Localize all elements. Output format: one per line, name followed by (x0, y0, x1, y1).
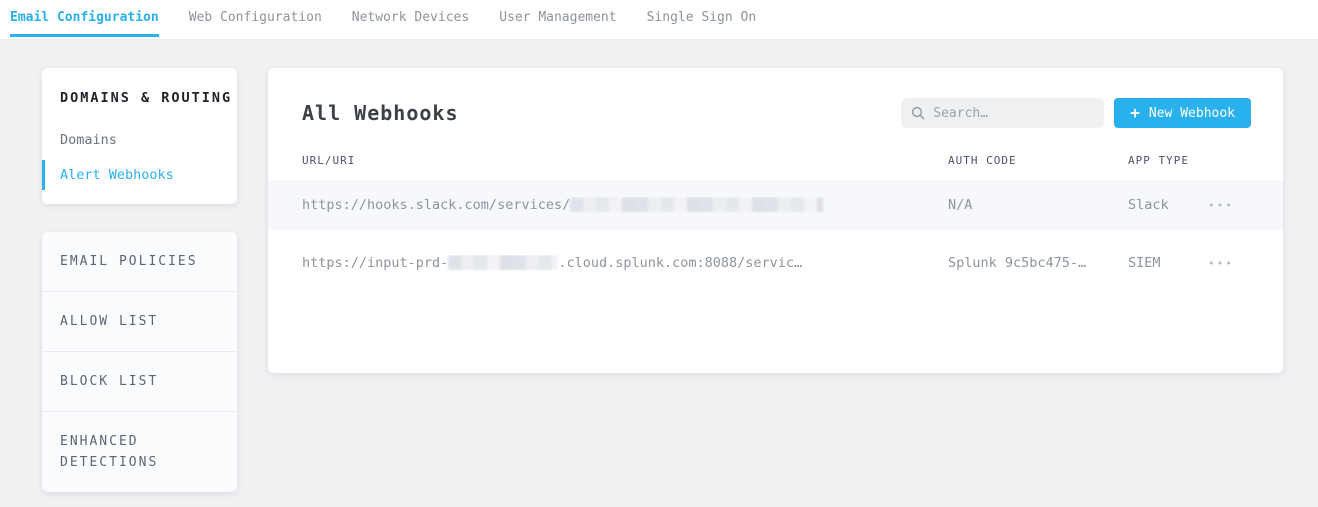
sidebar-item-alert-webhooks[interactable]: Alert Webhooks (42, 160, 237, 190)
table-header-row: URL/URI AUTH CODE APP TYPE (268, 154, 1283, 180)
plus-icon: + (1130, 105, 1140, 121)
redacted-url-segment (570, 197, 823, 212)
column-header-auth-code: AUTH CODE (948, 154, 1128, 167)
domains-routing-card: DOMAINS & ROUTING Domains Alert Webhooks (42, 68, 237, 204)
url-cell: https://input-prd- .cloud.splunk.com:8088… (302, 255, 948, 271)
sidebar-sections-card: EMAIL POLICIES ALLOW LIST BLOCK LIST ENH… (42, 232, 237, 492)
column-header-app-type: APP TYPE (1128, 154, 1208, 167)
table-row: https://hooks.slack.com/services/ N/A Sl… (268, 180, 1283, 230)
auth-code-cell: N/A (948, 197, 1128, 213)
search-icon (911, 106, 925, 120)
webhooks-panel: All Webhooks + New Webhook URL/URI AUTH … (268, 68, 1283, 373)
search-input[interactable] (933, 106, 1094, 121)
new-webhook-button[interactable]: + New Webhook (1114, 98, 1251, 128)
sidebar-item-enhanced-detections[interactable]: ENHANCED DETECTIONS (42, 411, 237, 492)
row-actions-menu-icon[interactable]: ••• (1208, 257, 1234, 270)
tab-email-configuration[interactable]: Email Configuration (10, 1, 159, 37)
table-row: https://input-prd- .cloud.splunk.com:8088… (268, 238, 1283, 288)
row-actions-menu-icon[interactable]: ••• (1208, 199, 1234, 212)
search-box (901, 98, 1104, 128)
new-webhook-button-label: New Webhook (1149, 106, 1235, 121)
url-text: https://input-prd- (302, 255, 448, 271)
sidebar: DOMAINS & ROUTING Domains Alert Webhooks… (42, 68, 237, 492)
page-title: All Webhooks (302, 101, 459, 125)
column-header-url: URL/URI (302, 154, 948, 167)
url-cell: https://hooks.slack.com/services/ (302, 197, 948, 213)
url-text-suffix: .cloud.splunk.com:8088/servic… (558, 255, 802, 271)
redacted-url-segment (448, 255, 558, 270)
sidebar-item-block-list[interactable]: BLOCK LIST (42, 351, 237, 411)
url-text: https://hooks.slack.com/services/ (302, 197, 570, 213)
tab-network-devices[interactable]: Network Devices (352, 1, 469, 37)
sidebar-item-allow-list[interactable]: ALLOW LIST (42, 291, 237, 351)
sidebar-item-domains[interactable]: Domains (42, 125, 237, 155)
top-nav: Email Configuration Web Configuration Ne… (0, 0, 1318, 40)
sidebar-item-email-policies[interactable]: EMAIL POLICIES (42, 232, 237, 291)
panel-header: All Webhooks + New Webhook (268, 68, 1283, 128)
domains-routing-title: DOMAINS & ROUTING (42, 68, 237, 120)
tab-single-sign-on[interactable]: Single Sign On (647, 1, 757, 37)
page-content: DOMAINS & ROUTING Domains Alert Webhooks… (0, 40, 1318, 492)
app-type-cell: Slack (1128, 197, 1208, 213)
auth-code-cell: Splunk 9c5bc475-… (948, 255, 1128, 271)
webhooks-table: URL/URI AUTH CODE APP TYPE https://hooks… (268, 154, 1283, 288)
tab-user-management[interactable]: User Management (499, 1, 616, 37)
app-type-cell: SIEM (1128, 255, 1208, 271)
tab-web-configuration[interactable]: Web Configuration (189, 1, 322, 37)
